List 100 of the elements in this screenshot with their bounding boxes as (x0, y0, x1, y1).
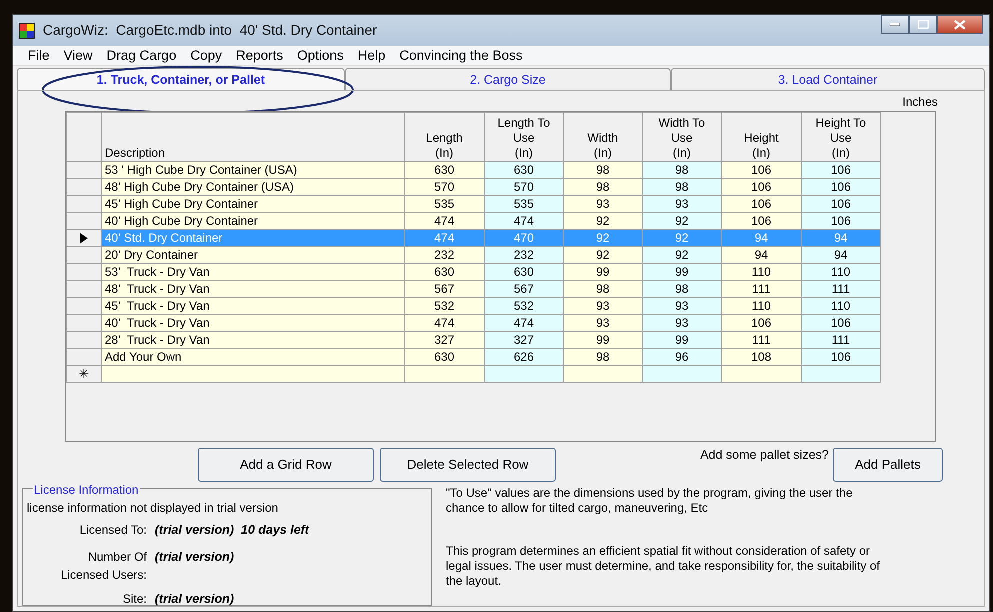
close-button[interactable] (937, 15, 983, 34)
close-icon (954, 20, 966, 30)
table-cell: 94 (802, 230, 880, 246)
table-cell: 630 (404, 162, 484, 178)
table-cell: 106 (802, 314, 880, 332)
table-cell: 40' Truck - Dry Van (102, 314, 404, 332)
app-icon (19, 22, 35, 39)
table-cell: 232 (484, 246, 564, 264)
license-note: license information not displayed in trial version (27, 500, 280, 517)
table-cell: 93 (564, 314, 642, 332)
table-cell: 111 (722, 280, 802, 298)
table-cell: 96 (642, 348, 722, 366)
menu-item[interactable]: Options (290, 46, 351, 66)
table-cell: 40' Std. Dry Container (102, 230, 404, 246)
column-header[interactable]: Length (In) (404, 112, 484, 162)
table-cell: 535 (484, 196, 564, 212)
table-cell: 98 (564, 178, 642, 196)
field-label: Site: (122, 590, 147, 608)
row-header[interactable] (66, 230, 102, 246)
field-value: (trial version) (155, 548, 234, 566)
table-cell: 98 (564, 162, 642, 178)
table-cell: 48' Truck - Dry Van (102, 280, 404, 298)
table-cell: 106 (722, 212, 802, 230)
table-cell: 108 (722, 348, 802, 366)
units-label: Inches (902, 94, 938, 111)
table-cell: 532 (404, 298, 484, 314)
table-cell: 106 (722, 196, 802, 212)
table-cell: 94 (802, 246, 880, 264)
table-cell: 567 (404, 280, 484, 298)
table-cell: 106 (802, 178, 880, 196)
table-cell: 98 (642, 280, 722, 298)
table-cell: 92 (564, 246, 642, 264)
add-pallets-button[interactable]: Add Pallets (833, 448, 943, 482)
table-cell: 98 (564, 280, 642, 298)
table-cell: 567 (484, 280, 564, 298)
table-cell: 28' Truck - Dry Van (102, 332, 404, 348)
table-cell: 630 (484, 162, 564, 178)
maximize-button[interactable] (909, 15, 937, 34)
table-cell: 106 (722, 162, 802, 178)
table-cell: 45' High Cube Dry Container (102, 196, 404, 212)
table-cell: 106 (802, 212, 880, 230)
field-value: (trial version) (155, 590, 234, 608)
menu-item[interactable]: Help (350, 46, 393, 66)
field-label: Number Of Licensed Users: (60, 548, 147, 584)
tab[interactable]: 2. Cargo Size (344, 68, 671, 90)
column-header[interactable]: Width To Use (In) (642, 112, 722, 162)
table-cell: 474 (404, 230, 484, 246)
table-cell: 232 (404, 246, 484, 264)
field-label: Licensed To: (78, 522, 147, 539)
column-header[interactable]: Length To Use (In) (484, 112, 564, 162)
table-cell: 474 (404, 212, 484, 230)
tab[interactable]: 1. Truck, Container, or Pallet (17, 68, 345, 90)
table-cell: 99 (642, 264, 722, 280)
row-pointer-icon (80, 232, 88, 244)
menu-item[interactable]: Reports (229, 46, 290, 66)
menu-item[interactable]: Drag Cargo (100, 46, 184, 66)
table-cell: 474 (484, 314, 564, 332)
maximize-icon (918, 20, 928, 29)
table-cell: 470 (484, 230, 564, 246)
table-cell: 93 (564, 196, 642, 212)
table-cell: 111 (802, 280, 880, 298)
table-cell: 94 (722, 246, 802, 264)
tab[interactable]: 3. Load Container (670, 68, 985, 90)
table-cell: 110 (722, 298, 802, 314)
window-title: CargoWiz: CargoEtc.mdb into 40' Std. Dry Container (43, 21, 378, 40)
table-cell: 99 (564, 332, 642, 348)
field-value: (trial version) 10 days left (155, 522, 310, 539)
column-header[interactable]: Description (102, 112, 404, 162)
table-cell: 474 (484, 212, 564, 230)
table-cell: 99 (564, 264, 642, 280)
delete-row-button[interactable]: Delete Selected Row (380, 448, 556, 482)
menu-item[interactable]: File (21, 46, 57, 66)
table-cell: 111 (722, 332, 802, 348)
table-cell: 93 (564, 298, 642, 314)
minimize-button[interactable] (881, 15, 909, 34)
menu-item[interactable]: Copy (184, 46, 230, 66)
table-cell: 106 (802, 348, 880, 366)
table-cell: 93 (642, 196, 722, 212)
add-row-button[interactable]: Add a Grid Row (198, 448, 374, 482)
table-cell: 110 (802, 298, 880, 314)
table-cell: 93 (642, 314, 722, 332)
table-cell: 111 (802, 332, 880, 348)
pallet-prompt: Add some pallet sizes? (700, 447, 829, 464)
menu-item[interactable]: View (56, 46, 100, 66)
table-cell: 98 (642, 178, 722, 196)
table-cell: 630 (484, 264, 564, 280)
column-header[interactable]: Height To Use (In) (802, 112, 880, 162)
table-cell: 53' Truck - Dry Van (102, 264, 404, 280)
table-cell: 570 (404, 178, 484, 196)
table-cell: 93 (642, 298, 722, 314)
table-cell: 20' Dry Container (102, 246, 404, 264)
table-cell: 53 ' High Cube Dry Container (USA) (102, 162, 404, 178)
table-cell: 630 (404, 264, 484, 280)
table-cell: 40' High Cube Dry Container (102, 212, 404, 230)
column-header[interactable]: Height (In) (722, 112, 802, 162)
menu-item[interactable]: Convincing the Boss (392, 46, 530, 66)
table-cell: 106 (722, 178, 802, 196)
table-cell: 110 (722, 264, 802, 280)
table-cell: 630 (404, 348, 484, 366)
column-header[interactable]: Width (In) (564, 112, 642, 162)
